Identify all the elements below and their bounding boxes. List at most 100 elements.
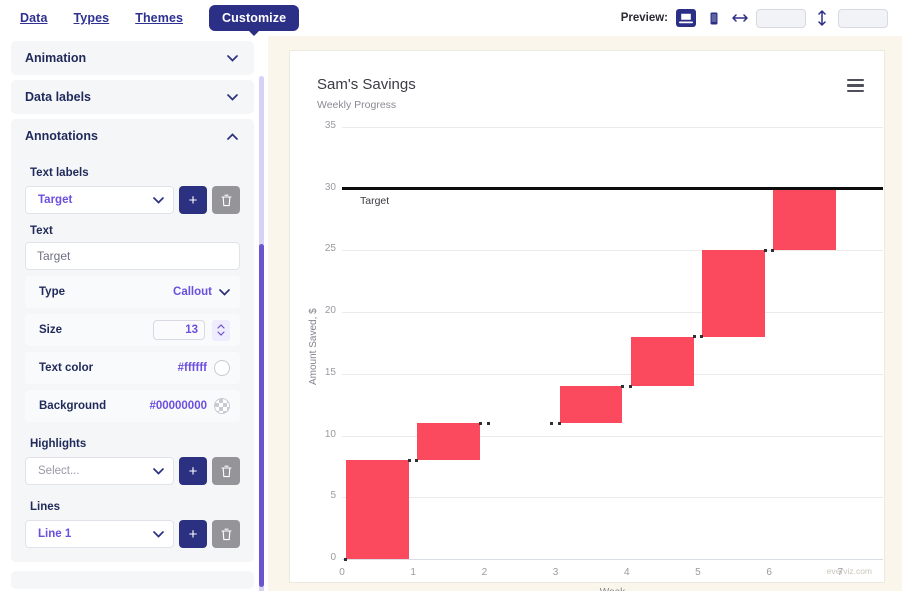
- x-tick-label: 1: [410, 567, 416, 578]
- y-gridline: [342, 497, 883, 499]
- tab-customize[interactable]: Customize: [209, 5, 300, 36]
- lines-selector-row: Line 1 +: [25, 520, 240, 548]
- prop-text-color-label: Text color: [39, 362, 94, 374]
- highlights-select-value: Select...: [38, 465, 80, 477]
- text-field-label: Text: [30, 225, 53, 237]
- lines-heading: Lines: [30, 501, 61, 513]
- mobile-glyph: [710, 12, 718, 24]
- width-arrows-icon: [732, 14, 748, 22]
- lines-select-value: Line 1: [38, 528, 72, 540]
- chart-credit: everviz.com: [826, 566, 872, 576]
- text-labels-heading: Text labels: [30, 167, 89, 179]
- size-input[interactable]: [153, 320, 205, 340]
- y-gridline: [342, 250, 883, 252]
- lines-select[interactable]: Line 1: [25, 520, 174, 548]
- prop-background-value: #00000000: [149, 400, 207, 412]
- preview-height-input[interactable]: [838, 8, 888, 28]
- chevron-down-icon: [153, 467, 164, 475]
- bar-marker: [415, 458, 419, 462]
- prop-row-type[interactable]: Type Callout: [25, 276, 240, 308]
- y-gridline: [342, 127, 883, 128]
- height-arrows-icon: [818, 10, 826, 26]
- preview-width-input[interactable]: [756, 8, 806, 28]
- chevron-up-icon: [227, 132, 238, 140]
- bar-marker: [407, 458, 411, 462]
- prop-row-size: Size: [25, 314, 240, 346]
- waterfall-bar: [631, 336, 694, 387]
- prop-background-control: #00000000: [149, 398, 230, 414]
- background-color-swatch[interactable]: [214, 398, 230, 414]
- chevron-down-icon: [227, 93, 238, 101]
- waterfall-bar: [702, 250, 765, 337]
- chart-plot-area: 0 5 10 15 20 25 30 35 0 1 2 3 4 5 6 7 Target Amount Saved…: [290, 51, 886, 591]
- panel-data-labels-title: Data labels: [25, 90, 92, 104]
- sidebar-scrollbar-thumb[interactable]: [259, 244, 264, 587]
- panel-next-collapsed[interactable]: [11, 571, 254, 589]
- annotation-text-input[interactable]: [25, 242, 240, 270]
- trash-icon: [220, 465, 232, 477]
- panel-annotations-title: Annotations: [25, 129, 98, 143]
- delete-highlight-button[interactable]: [212, 457, 240, 485]
- panel-annotations-header[interactable]: Annotations: [11, 119, 254, 153]
- add-highlight-button[interactable]: +: [179, 457, 207, 485]
- x-axis-title: Week: [342, 587, 883, 591]
- panel-data-labels: Data labels: [11, 80, 254, 114]
- x-tick-label: 3: [552, 567, 559, 578]
- top-bar: Data Types Themes Customize Preview:: [0, 0, 902, 36]
- target-annotation-label: Target: [360, 194, 390, 207]
- editor-tabs: Data Types Themes Customize: [0, 5, 300, 36]
- add-line-button[interactable]: +: [179, 520, 207, 548]
- prop-row-text-color: Text color #ffffff: [25, 352, 240, 384]
- delete-line-button[interactable]: [212, 520, 240, 548]
- chevron-up-icon: [217, 324, 225, 329]
- chevron-down-icon: [217, 331, 225, 336]
- bar-marker: [550, 421, 554, 425]
- desktop-glyph: [679, 12, 693, 24]
- chevron-down-icon: [227, 54, 238, 62]
- bar-marker: [771, 248, 775, 252]
- waterfall-bar: [417, 423, 481, 461]
- prop-type-label: Type: [39, 286, 65, 298]
- chevron-down-icon: [153, 196, 164, 204]
- tab-types[interactable]: Types: [74, 11, 110, 25]
- panel-animation: Animation: [11, 41, 254, 75]
- size-stepper[interactable]: [212, 319, 230, 341]
- prop-text-color-value: #ffffff: [177, 362, 207, 374]
- mobile-icon[interactable]: [704, 9, 724, 27]
- preview-label: Preview:: [620, 12, 668, 24]
- panel-annotations: Annotations Text labels Target + Text Ta…: [11, 119, 254, 562]
- y-axis-title: Amount Saved, $: [308, 308, 319, 385]
- y-tick-label: 30: [324, 181, 336, 193]
- prop-type-control: Callout: [173, 286, 230, 298]
- highlights-select[interactable]: Select...: [25, 457, 174, 485]
- waterfall-bar: [773, 188, 837, 251]
- tab-data[interactable]: Data: [20, 11, 48, 25]
- panel-animation-header[interactable]: Animation: [11, 41, 254, 75]
- desktop-icon[interactable]: [676, 9, 696, 27]
- y-tick-label: 0: [330, 552, 336, 563]
- bar-marker: [629, 384, 632, 388]
- text-color-swatch[interactable]: [214, 360, 230, 376]
- bar-marker: [763, 248, 767, 252]
- y-gridline: [342, 312, 883, 314]
- prop-type-value: Callout: [173, 286, 212, 298]
- bar-marker: [700, 335, 704, 339]
- prop-size-label: Size: [39, 324, 63, 336]
- y-gridline: [342, 373, 883, 375]
- text-label-selector-row: Target +: [25, 186, 240, 214]
- prop-background-label: Background: [39, 400, 107, 412]
- target-annotation-line: [342, 186, 883, 191]
- prop-size-control: [153, 319, 230, 341]
- bar-marker: [557, 421, 561, 425]
- chevron-down-icon: [153, 530, 164, 538]
- highlights-heading: Highlights: [30, 438, 87, 450]
- trash-icon: [220, 194, 232, 206]
- prop-row-background: Background #00000000: [25, 390, 240, 422]
- text-label-select[interactable]: Target: [25, 186, 174, 214]
- customize-sidebar: Animation Data labels Annotations Text l…: [0, 36, 268, 591]
- add-text-label-button[interactable]: +: [179, 186, 207, 214]
- delete-text-label-button[interactable]: [212, 186, 240, 214]
- y-tick-label: 10: [324, 428, 336, 440]
- tab-themes[interactable]: Themes: [135, 11, 183, 25]
- panel-data-labels-header[interactable]: Data labels: [11, 80, 254, 114]
